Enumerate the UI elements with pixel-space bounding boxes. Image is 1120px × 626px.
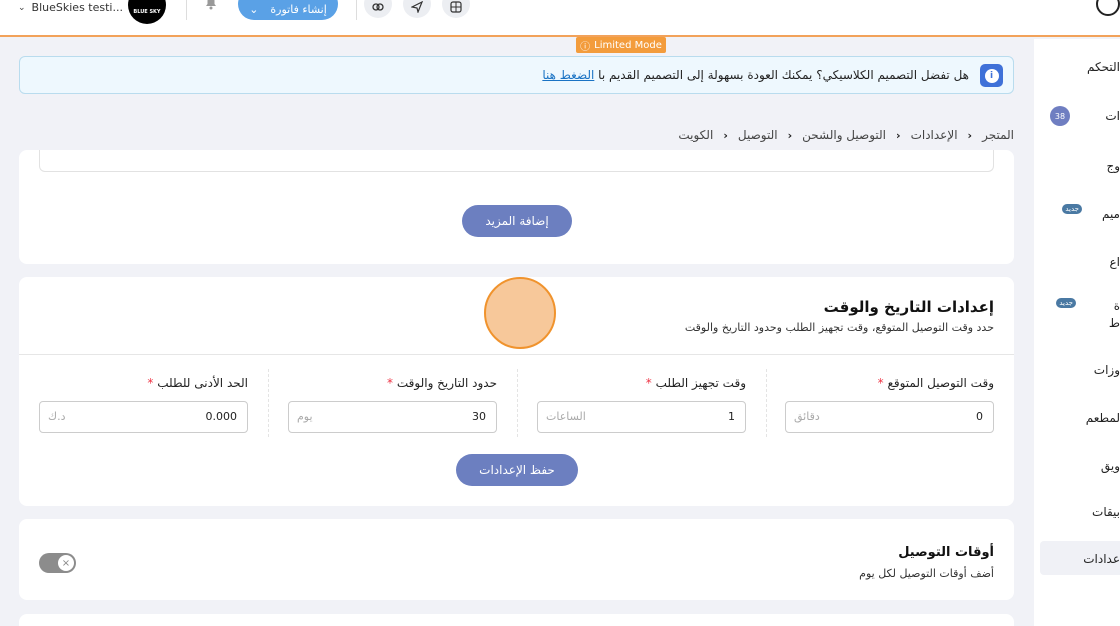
sidebar-item-settings[interactable]: عدادات (1034, 552, 1120, 566)
sidebar: التحكم 38 ات وج جديد ميم اع جديد ة ط وزا… (1034, 39, 1120, 626)
create-invoice-button[interactable]: ⌄ إنشاء فاتورة (238, 0, 338, 20)
chevron-left-icon: ‹ (967, 128, 973, 142)
breadcrumb: المتجر ‹ الإعدادات ‹ التوصيل والشحن ‹ ال… (678, 128, 1014, 142)
column-divider (268, 369, 269, 437)
delivery-times-card: أوقات التوصيل أضف أوقات التوصيل لكل يوم (19, 519, 1014, 600)
brand-logo-icon[interactable] (1096, 0, 1120, 16)
sidebar-item-restaurant[interactable]: لمطعم (1034, 411, 1120, 425)
divider (19, 354, 1014, 355)
chevron-left-icon: ‹ (723, 128, 728, 142)
store-selector[interactable]: ⌄ BlueSkies testi... (18, 1, 123, 14)
expected-delivery-label: وقت التوصيل المتوقع * (877, 376, 994, 390)
card-subtitle: أضف أوقات التوصيل لكل يوم (859, 567, 994, 580)
sidebar-item-marketing[interactable]: ويق (1034, 459, 1120, 473)
divider (356, 0, 357, 20)
chevron-left-icon: ‹ (787, 128, 793, 142)
grid-icon[interactable] (442, 0, 470, 18)
sidebar-item-sales[interactable]: اع (1034, 255, 1120, 269)
sidebar-item-apps[interactable]: بيقات (1034, 505, 1120, 519)
breadcrumb-kuwait: الكويت (678, 128, 714, 142)
sidebar-item-plans[interactable]: ة (1034, 299, 1120, 313)
date-limits-label: حدود التاريخ والوقت * (387, 376, 497, 390)
limited-mode-badge: ⓘ Limited Mode (576, 37, 666, 53)
breadcrumb-delivery[interactable]: التوصيل (738, 128, 778, 142)
sidebar-item-products[interactable]: وج (1034, 159, 1120, 173)
sidebar-item-plans-line2: ط (1108, 316, 1120, 330)
notice-text: هل تفضل التصميم الكلاسيكي؟ يمكنك العودة … (542, 68, 969, 82)
add-more-button[interactable]: إضافة المزيد (462, 205, 572, 237)
card-subtitle: حدد وقت التوصيل المتوقع، وقت تجهيز الطلب… (684, 321, 994, 334)
list-box (39, 150, 994, 172)
column-divider (766, 369, 767, 437)
top-bar: ⌄ BlueSkies testi... BLUE SKY ⌄ إنشاء فا… (0, 0, 1120, 37)
save-settings-button[interactable]: حفظ الإعدادات (456, 454, 578, 486)
chevron-down-icon: ⌄ (18, 2, 26, 13)
store-logo[interactable]: BLUE SKY (128, 0, 166, 24)
classic-design-notice: i هل تفضل التصميم الكلاسيكي؟ يمكنك العود… (19, 56, 1014, 94)
chevron-left-icon: ‹ (896, 128, 901, 142)
minimum-order-input[interactable]: 0.000 د.ك (39, 401, 248, 433)
preparation-time-label: وقت تجهيز الطلب * (645, 376, 746, 390)
add-more-card: إضافة المزيد (19, 150, 1014, 264)
info-icon: ⓘ (580, 41, 591, 53)
send-icon[interactable] (403, 0, 431, 18)
breadcrumb-delivery-shipping[interactable]: التوصيل والشحن (802, 128, 886, 142)
column-divider (517, 369, 518, 437)
date-limits-input[interactable]: 30 يوم (288, 401, 497, 433)
click-indicator (484, 277, 556, 349)
sidebar-item-orders[interactable]: ات (1034, 109, 1120, 123)
delivery-times-toggle[interactable]: × (39, 553, 76, 573)
sidebar-item-dashboard[interactable]: التحكم (1034, 60, 1120, 74)
divider (186, 0, 187, 20)
store-name: BlueSkies testi... (31, 1, 123, 14)
card-title: أوقات التوصيل (898, 545, 994, 560)
info-icon: i (980, 64, 1003, 87)
next-card (19, 614, 1014, 626)
breadcrumb-store[interactable]: المتجر (982, 128, 1014, 142)
sidebar-item-reservations[interactable]: وزات (1034, 363, 1120, 377)
preparation-time-input[interactable]: 1 الساعات (537, 401, 746, 433)
sidebar-item-design[interactable]: ميم (1034, 207, 1120, 221)
breadcrumb-settings[interactable]: الإعدادات (911, 128, 958, 142)
card-title: إعدادات التاريخ والوقت (823, 298, 994, 316)
expected-delivery-input[interactable]: 0 دقائق (785, 401, 994, 433)
switch-design-link[interactable]: الضغط هنا (542, 68, 594, 82)
link-icon[interactable] (364, 0, 392, 18)
bell-icon[interactable] (205, 0, 217, 14)
minimum-order-label: الحد الأدنى للطلب * (147, 376, 248, 390)
close-icon: × (58, 555, 74, 571)
chevron-down-icon: ⌄ (249, 2, 259, 16)
